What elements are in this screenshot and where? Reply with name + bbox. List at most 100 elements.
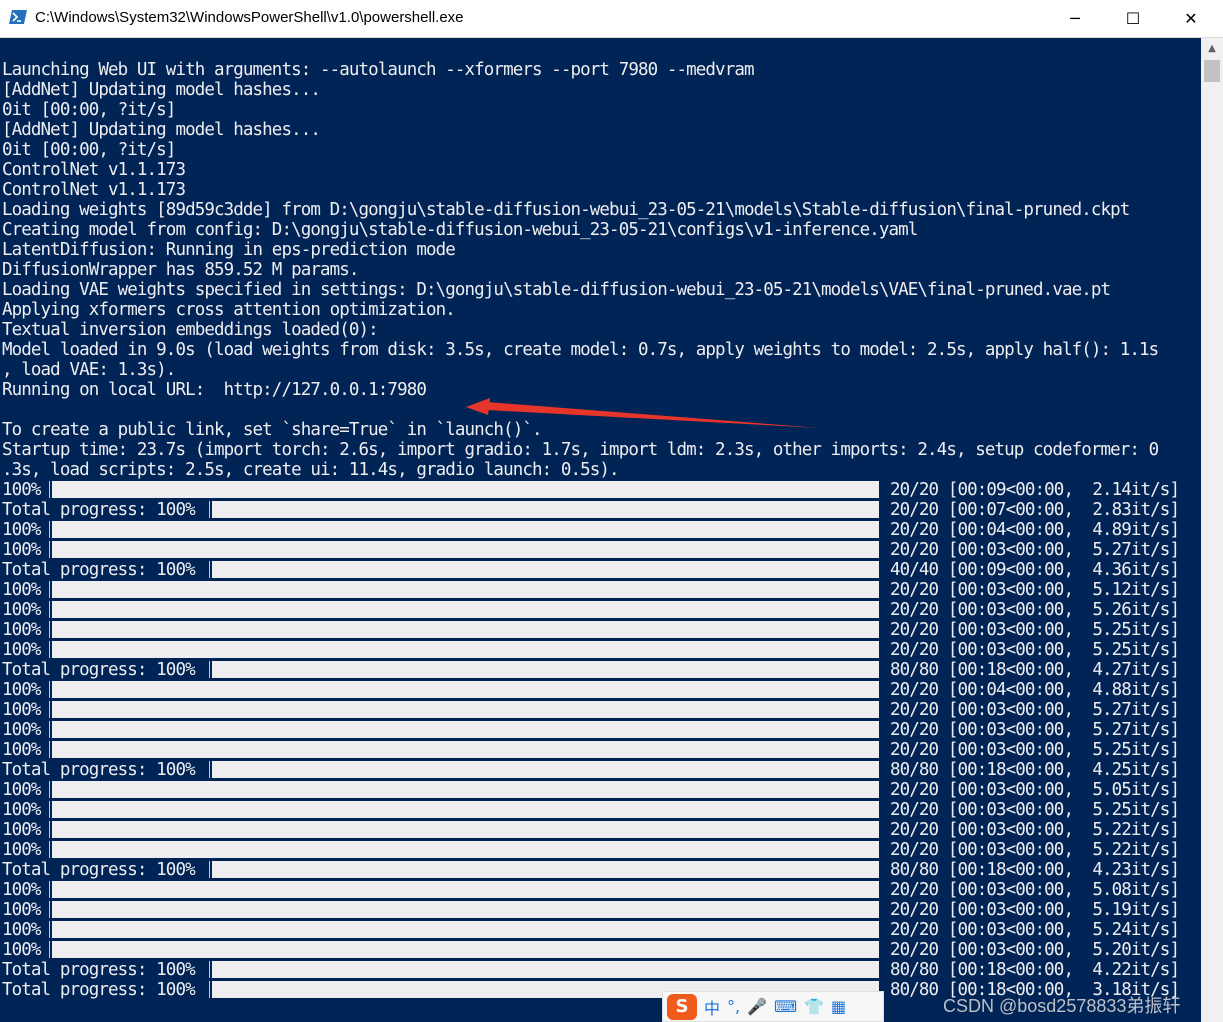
- close-button[interactable]: ✕: [1162, 0, 1220, 37]
- progress-bar-left-edge: [49, 641, 50, 658]
- progress-stats: 20/20 [00:03<00:00, 5.25it/s]: [890, 620, 1180, 640]
- progress-bar-fill: [52, 801, 879, 818]
- progress-label: 100%: [2, 740, 41, 760]
- progress-stats: 20/20 [00:03<00:00, 5.22it/s]: [890, 820, 1180, 840]
- progress-bar-fill: [52, 821, 879, 838]
- progress-label: 100%: [2, 840, 41, 860]
- progress-label: 100%: [2, 900, 41, 920]
- progress-label: 100%: [2, 940, 41, 960]
- progress-label: 100%: [2, 520, 41, 540]
- chinese-mode-icon[interactable]: 中: [704, 995, 720, 1019]
- progress-stats: 20/20 [00:03<00:00, 5.19it/s]: [890, 900, 1180, 920]
- progress-bar-left-edge: [49, 581, 50, 598]
- progress-bar-fill: [52, 601, 879, 618]
- microphone-icon[interactable]: 🎤: [747, 997, 767, 1016]
- progress-bar-left-edge: [49, 781, 50, 798]
- progress-bar-left-edge: [49, 881, 50, 898]
- progress-bar-fill: [52, 841, 879, 858]
- sogou-logo-icon[interactable]: S: [667, 993, 697, 1020]
- console-line: ControlNet v1.1.173: [2, 180, 186, 200]
- progress-stats: 20/20 [00:09<00:00, 2.14it/s]: [890, 480, 1180, 500]
- progress-stats: 80/80 [00:18<00:00, 4.23it/s]: [890, 860, 1180, 880]
- progress-bar-fill: [52, 881, 879, 898]
- progress-bar-left-edge: [49, 481, 50, 498]
- console-line: .3s, load scripts: 2.5s, create ui: 11.4…: [2, 460, 620, 480]
- progress-label: Total progress: 100%: [2, 980, 196, 1000]
- progress-stats: 20/20 [00:03<00:00, 5.25it/s]: [890, 740, 1180, 760]
- progress-bar-fill: [212, 861, 879, 878]
- title-bar[interactable]: C:\Windows\System32\WindowsPowerShell\v1…: [0, 0, 1223, 38]
- progress-bar-left-edge: [49, 621, 50, 638]
- progress-bar-fill: [52, 941, 879, 958]
- progress-bar-fill: [212, 761, 879, 778]
- progress-label: 100%: [2, 600, 41, 620]
- progress-label: 100%: [2, 920, 41, 940]
- progress-bar-fill: [52, 781, 879, 798]
- progress-label: 100%: [2, 680, 41, 700]
- progress-label: 100%: [2, 620, 41, 640]
- console-line: DiffusionWrapper has 859.52 M params.: [2, 260, 359, 280]
- keyboard-icon[interactable]: ⌨: [774, 997, 797, 1016]
- progress-bar-left-edge: [209, 661, 210, 678]
- progress-stats: 20/20 [00:03<00:00, 5.12it/s]: [890, 580, 1180, 600]
- progress-bar-fill: [52, 581, 879, 598]
- progress-label: 100%: [2, 880, 41, 900]
- vertical-scrollbar[interactable]: ▲: [1201, 38, 1223, 1022]
- console-line: Creating model from config: D:\gongju\st…: [2, 220, 918, 240]
- progress-stats: 40/40 [00:09<00:00, 4.36it/s]: [890, 560, 1180, 580]
- progress-bar-fill: [52, 701, 879, 718]
- maximize-button[interactable]: ☐: [1104, 0, 1162, 37]
- console-line: Running on local URL: http://127.0.0.1:7…: [2, 380, 427, 400]
- powershell-icon: [9, 10, 27, 24]
- progress-label: 100%: [2, 800, 41, 820]
- progress-bar-fill: [52, 541, 879, 558]
- watermark: CSDN @bosd2578833弟振轩: [943, 996, 1181, 1016]
- skin-icon[interactable]: 👕: [804, 997, 824, 1016]
- progress-label: 100%: [2, 780, 41, 800]
- progress-bar-fill: [52, 901, 879, 918]
- progress-bar-left-edge: [209, 761, 210, 778]
- console-line: [AddNet] Updating model hashes...: [2, 120, 321, 140]
- progress-stats: 20/20 [00:04<00:00, 4.89it/s]: [890, 520, 1180, 540]
- toolbox-icon[interactable]: ▦: [831, 997, 846, 1016]
- progress-label: Total progress: 100%: [2, 960, 196, 980]
- progress-bar-left-edge: [209, 961, 210, 978]
- console-output[interactable]: Launching Web UI with arguments: --autol…: [0, 38, 1201, 1022]
- progress-bar-fill: [212, 561, 879, 578]
- progress-stats: 20/20 [00:03<00:00, 5.05it/s]: [890, 780, 1180, 800]
- progress-stats: 20/20 [00:07<00:00, 2.83it/s]: [890, 500, 1180, 520]
- ime-toolbar[interactable]: S 中 °, 🎤 ⌨ 👕 ▦: [662, 991, 884, 1022]
- progress-bar-left-edge: [49, 801, 50, 818]
- punctuation-icon[interactable]: °,: [727, 997, 740, 1016]
- progress-label: 100%: [2, 480, 41, 500]
- window-title: C:\Windows\System32\WindowsPowerShell\v1…: [35, 9, 464, 26]
- progress-stats: 20/20 [00:03<00:00, 5.25it/s]: [890, 640, 1180, 660]
- progress-label: 100%: [2, 820, 41, 840]
- progress-bar-left-edge: [49, 541, 50, 558]
- progress-stats: 20/20 [00:04<00:00, 4.88it/s]: [890, 680, 1180, 700]
- progress-label: Total progress: 100%: [2, 760, 196, 780]
- progress-bar-left-edge: [209, 861, 210, 878]
- progress-label: Total progress: 100%: [2, 560, 196, 580]
- progress-bar-fill: [52, 741, 879, 758]
- console-line: Applying xformers cross attention optimi…: [2, 300, 456, 320]
- progress-bar-left-edge: [209, 501, 210, 518]
- progress-label: Total progress: 100%: [2, 660, 196, 680]
- console-line: To create a public link, set `share=True…: [2, 420, 543, 440]
- progress-bar-fill: [212, 961, 879, 978]
- progress-bar-fill: [212, 661, 879, 678]
- progress-stats: 20/20 [00:03<00:00, 5.24it/s]: [890, 920, 1180, 940]
- console-line: Textual inversion embeddings loaded(0):: [2, 320, 379, 340]
- progress-bar-left-edge: [49, 821, 50, 838]
- progress-bar-left-edge: [49, 841, 50, 858]
- progress-stats: 20/20 [00:03<00:00, 5.08it/s]: [890, 880, 1180, 900]
- progress-bar-fill: [52, 721, 879, 738]
- minimize-button[interactable]: ─: [1046, 0, 1104, 37]
- scroll-thumb[interactable]: [1204, 60, 1220, 82]
- progress-stats: 20/20 [00:03<00:00, 5.25it/s]: [890, 800, 1180, 820]
- scroll-up-arrow-icon[interactable]: ▲: [1201, 38, 1223, 58]
- progress-label: 100%: [2, 700, 41, 720]
- progress-bar-left-edge: [209, 561, 210, 578]
- progress-bar-fill: [52, 641, 879, 658]
- console-line: 0it [00:00, ?it/s]: [2, 140, 176, 160]
